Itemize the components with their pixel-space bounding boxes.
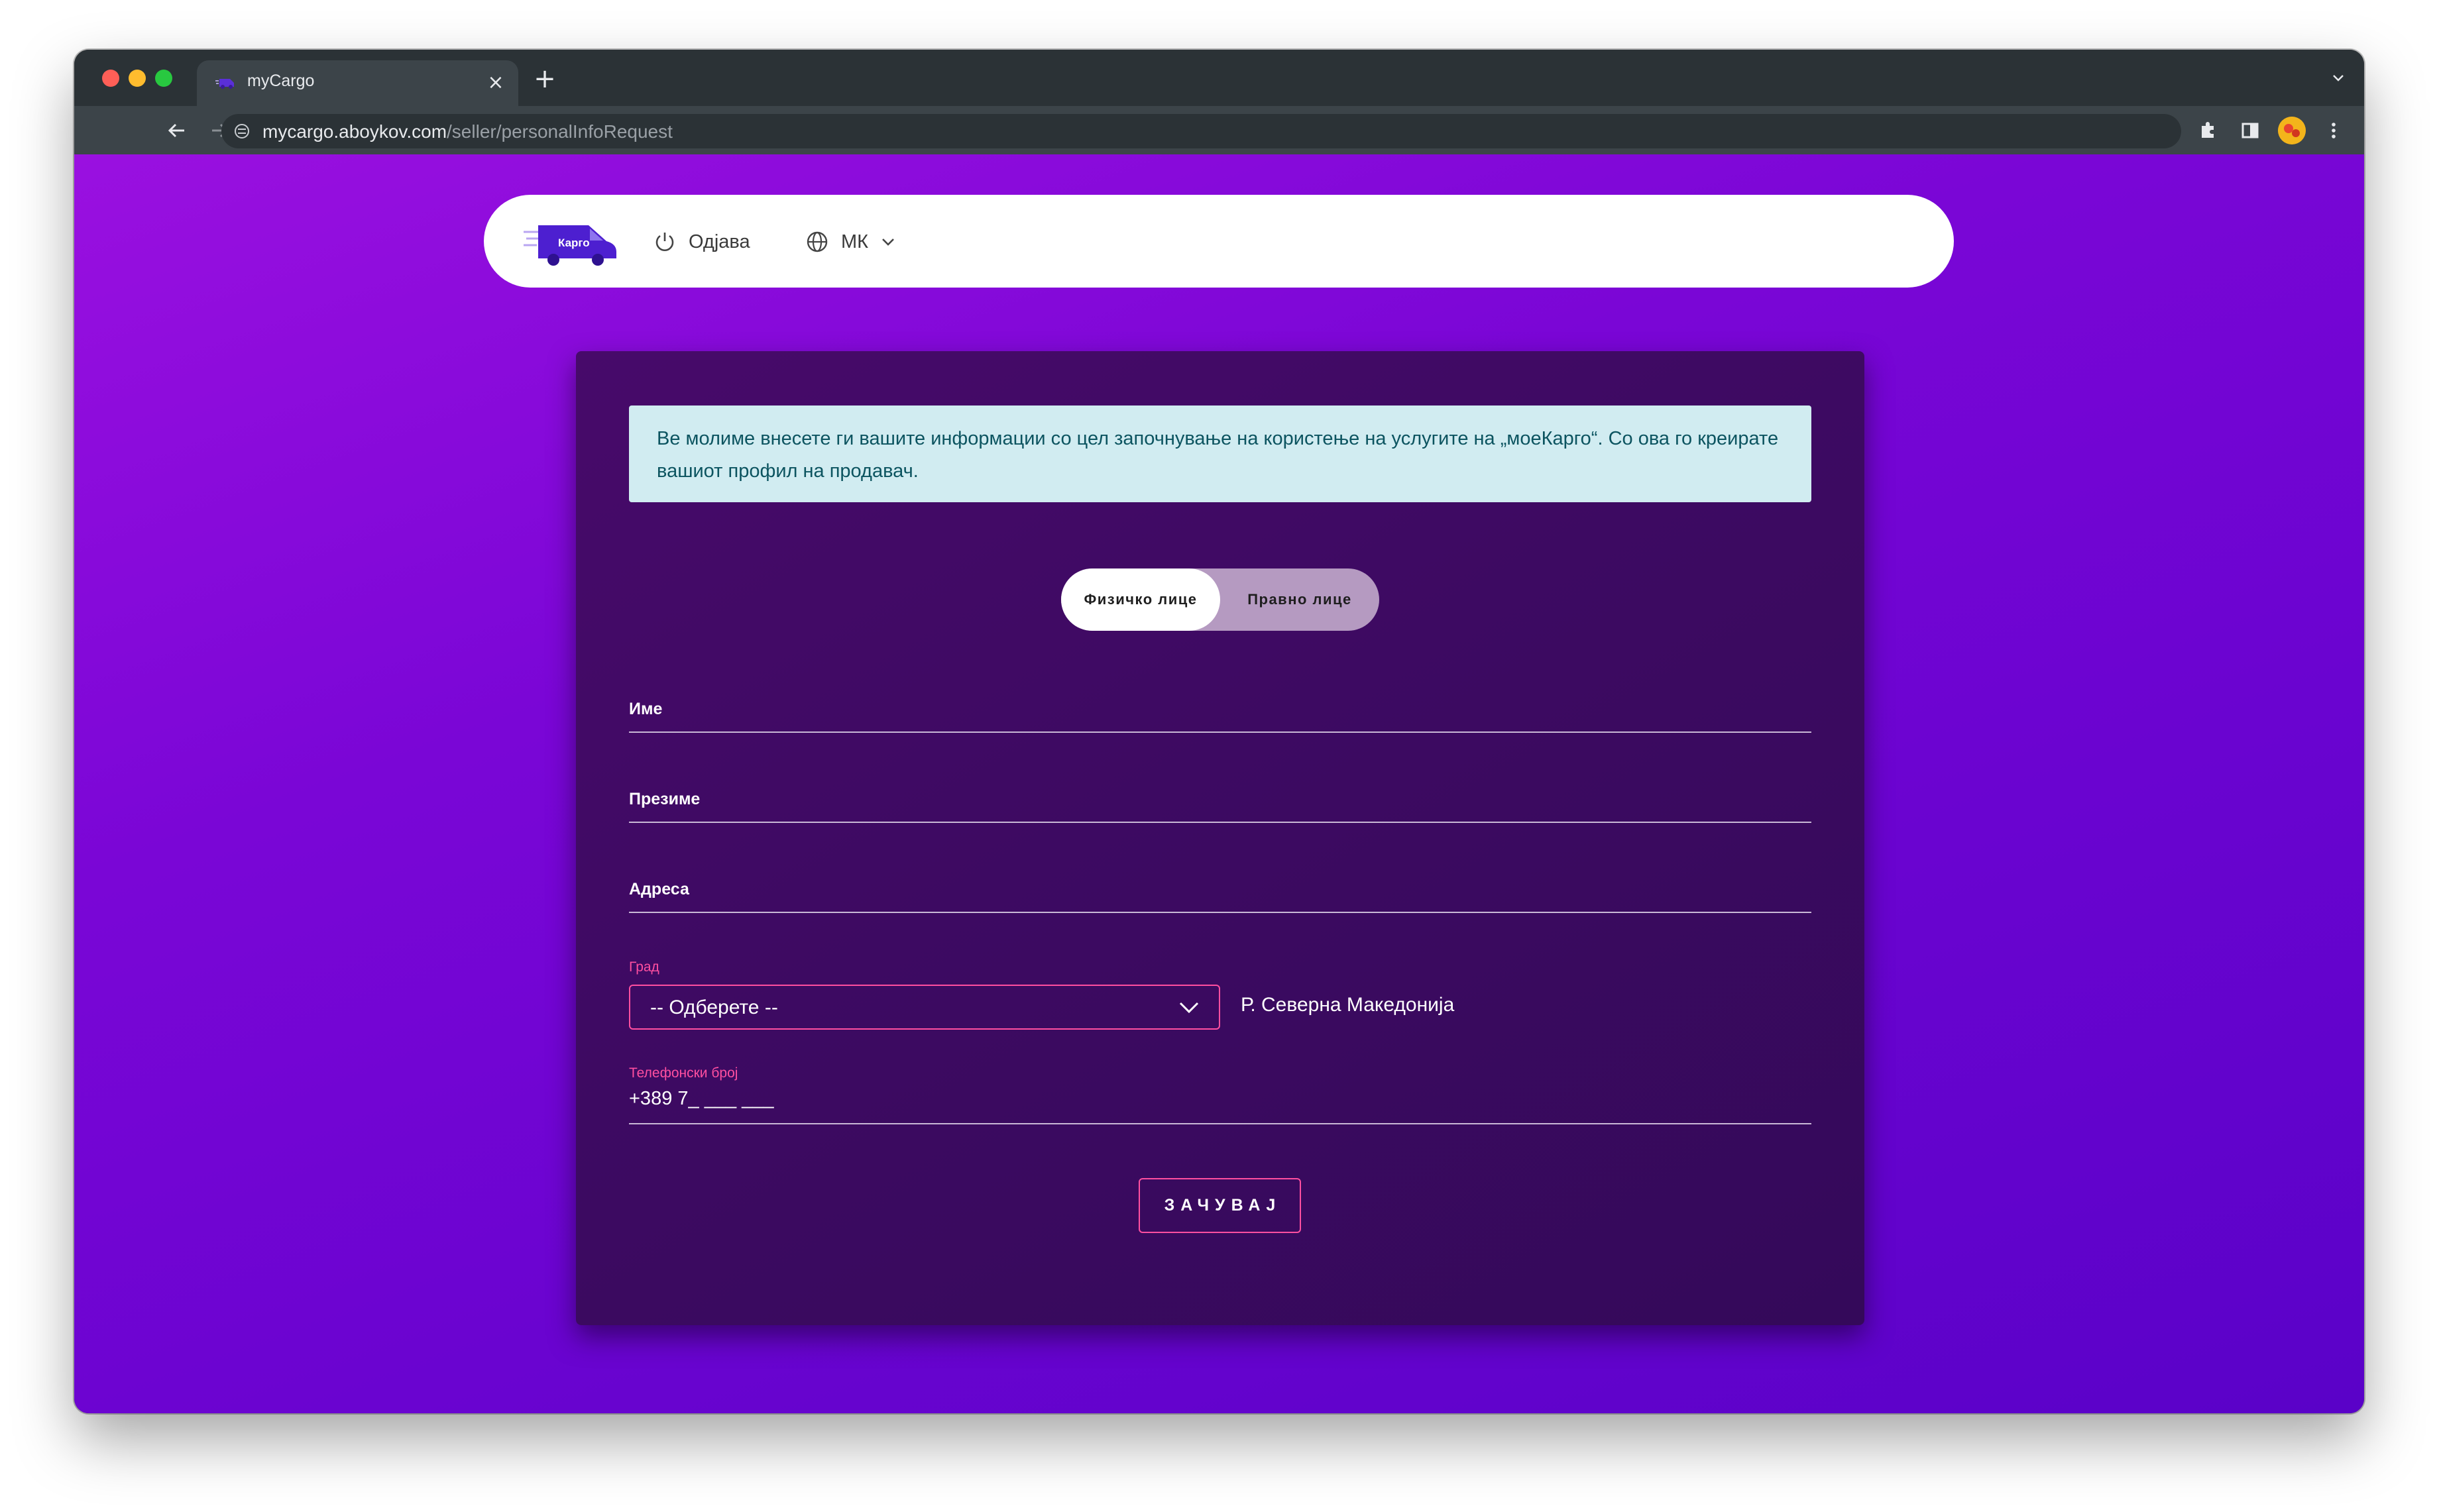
- address-bar[interactable]: mycargo.aboykov.com/seller/personalInfoR…: [221, 114, 2181, 148]
- page-content: Карго Одјава МК Ве молиме внесете ги ваш…: [74, 154, 2364, 1413]
- address-underline: [629, 912, 1811, 913]
- tab-strip: myCargo × +: [74, 50, 2364, 106]
- toggle-individual[interactable]: Физичко лице: [1061, 568, 1220, 631]
- phone-input[interactable]: +389 7_ ___ ___: [629, 1088, 774, 1110]
- language-label: МК: [841, 231, 869, 252]
- country-label: Р. Северна Македонија: [1241, 994, 1455, 1016]
- phone-label: Телефонски број: [629, 1065, 738, 1081]
- browser-window: myCargo × + mycargo.aboykov.com/seller/p…: [74, 50, 2364, 1413]
- first-name-label: Име: [629, 700, 663, 718]
- city-select[interactable]: -- Одберете --: [629, 985, 1220, 1030]
- address-label: Адреса: [629, 880, 689, 898]
- last-name-label: Презиме: [629, 790, 701, 808]
- logout-label: Одјава: [689, 231, 750, 252]
- save-button[interactable]: ЗАЧУВАЈ: [1139, 1178, 1301, 1233]
- power-icon: [655, 233, 674, 251]
- info-notice: Ве молиме внесете ги вашите информации с…: [629, 405, 1811, 502]
- logo-text: Карго: [558, 237, 590, 249]
- truck-favicon-icon: [215, 79, 234, 89]
- maximize-window-button[interactable]: [155, 70, 172, 87]
- back-arrow-icon[interactable]: [164, 118, 190, 143]
- site-navbar: Карго Одјава МК: [484, 195, 1954, 288]
- chevron-down-icon: [1179, 1002, 1199, 1014]
- entity-type-toggle: Физичко лице Правно лице: [1061, 568, 1379, 631]
- profile-avatar[interactable]: [2278, 117, 2306, 144]
- url-text: mycargo.aboykov.com/seller/personalInfoR…: [262, 121, 673, 142]
- mycargo-logo[interactable]: Карго: [524, 217, 620, 267]
- last-name-field[interactable]: Презиме: [629, 786, 1811, 827]
- browser-toolbar: mycargo.aboykov.com/seller/personalInfoR…: [74, 106, 2364, 154]
- toggle-legal-entity[interactable]: Правно лице: [1220, 568, 1379, 631]
- globe-icon: [807, 231, 828, 252]
- last-name-underline: [629, 822, 1811, 823]
- site-info-icon[interactable]: [233, 123, 251, 140]
- new-tab-button[interactable]: +: [532, 66, 558, 93]
- browser-menu-dots-icon[interactable]: [2321, 118, 2346, 143]
- url-path: /seller/personalInfoRequest: [447, 121, 673, 142]
- logout-button[interactable]: Одјава: [653, 227, 750, 257]
- tab-search-chevron-icon[interactable]: [2328, 68, 2348, 88]
- first-name-underline: [629, 731, 1811, 733]
- personal-info-card: Ве молиме внесете ги вашите информации с…: [576, 351, 1864, 1325]
- browser-tab[interactable]: myCargo ×: [197, 60, 518, 106]
- profile-avatar-icon: [2278, 117, 2306, 144]
- minimize-window-button[interactable]: [129, 70, 146, 87]
- close-window-button[interactable]: [102, 70, 119, 87]
- extensions-puzzle-icon[interactable]: [2195, 118, 2220, 143]
- phone-underline: [629, 1123, 1811, 1124]
- tab-title: myCargo: [247, 72, 315, 90]
- city-label: Град: [629, 959, 659, 975]
- first-name-field[interactable]: Име: [629, 696, 1811, 737]
- side-panel-icon[interactable]: [2238, 118, 2263, 143]
- address-field[interactable]: Адреса: [629, 876, 1811, 917]
- city-selected-value: -- Одберете --: [650, 997, 778, 1018]
- close-tab-icon[interactable]: ×: [482, 70, 509, 96]
- language-selector[interactable]: МК: [805, 227, 897, 257]
- url-host: mycargo.aboykov.com: [262, 121, 447, 142]
- chevron-down-icon: [882, 239, 894, 246]
